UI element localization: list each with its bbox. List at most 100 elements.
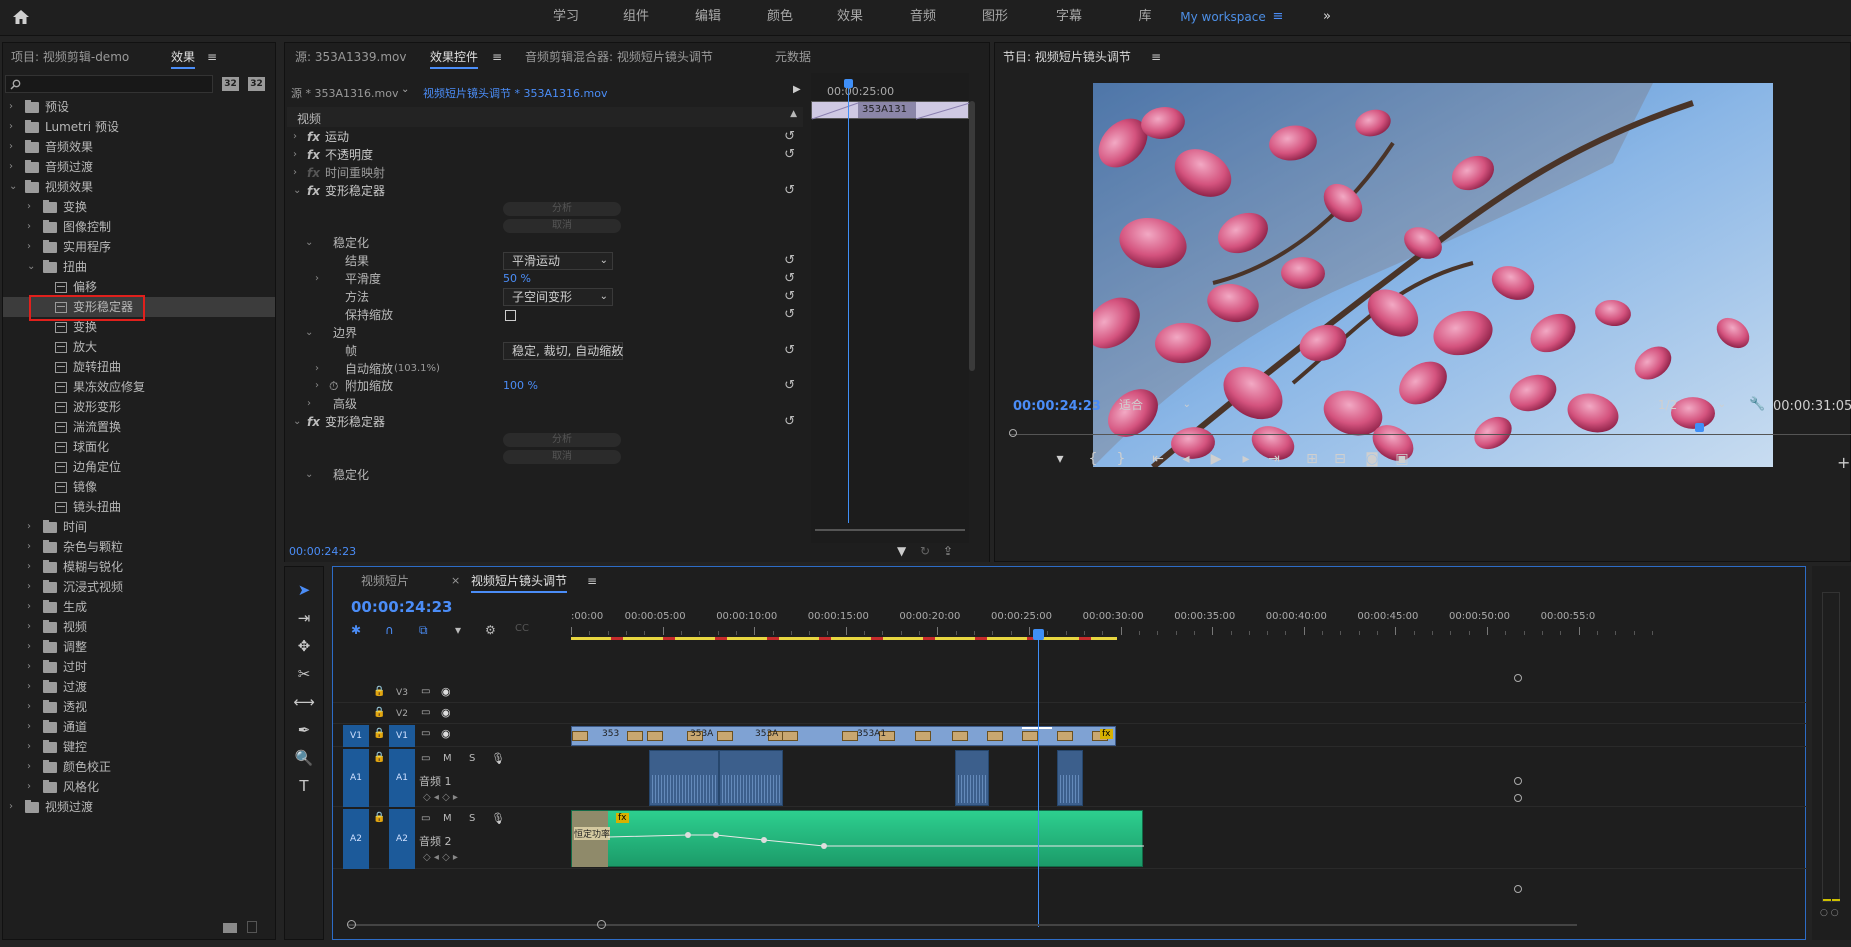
reset-icon[interactable]: ↺ <box>784 127 795 147</box>
transition-marker[interactable] <box>952 731 968 741</box>
tree-item-15[interactable]: 波形变形 <box>3 397 275 417</box>
slip-tool-icon[interactable]: ⟷ <box>289 693 319 711</box>
tab-audio-mixer[interactable]: 音频剪辑混合器: 视频短片镜头调节 <box>525 43 713 71</box>
transition-marker[interactable] <box>1057 731 1073 741</box>
chevron-right-icon[interactable]: › <box>27 597 37 617</box>
tree-item-12[interactable]: 放大 <box>3 337 275 357</box>
tree-item-1[interactable]: › Lumetri 预设 <box>3 117 275 137</box>
new-bin-icon[interactable] <box>223 923 237 933</box>
transition-marker[interactable] <box>717 731 733 741</box>
track-lane-v2[interactable] <box>571 704 1807 724</box>
chevron-right-icon[interactable]: › <box>293 127 297 147</box>
source-patch-a2[interactable]: A2 <box>343 809 369 869</box>
ec-row-10[interactable]: 保持缩放 ↺ <box>287 305 803 325</box>
selection-tool-icon[interactable]: ➤ <box>289 581 319 599</box>
tree-item-22[interactable]: › 杂色与颗粒 <box>3 537 275 557</box>
chevron-down-icon[interactable]: ⌄ <box>293 412 301 432</box>
transition-marker[interactable] <box>782 731 798 741</box>
program-timecode[interactable]: 00:00:24:23 <box>1013 399 1101 414</box>
property-value[interactable]: 50 % <box>503 269 531 289</box>
go-to-out-icon[interactable]: ⇥ <box>1263 451 1285 467</box>
add-button-icon[interactable]: + <box>1837 453 1850 472</box>
wrench-icon[interactable]: 🔧 <box>1749 397 1765 412</box>
chevron-right-icon[interactable]: › <box>27 537 37 557</box>
reset-icon[interactable]: ↺ <box>784 181 795 201</box>
workspace-tab-7[interactable]: 字幕 <box>1041 0 1097 36</box>
tree-item-33[interactable]: › 颜色校正 <box>3 757 275 777</box>
workspace-tab-6[interactable]: 图形 <box>967 0 1023 36</box>
ec-analyze-button[interactable]: 分析 <box>503 433 621 447</box>
ec-row-11[interactable]: ⌄ 边界 <box>287 323 803 343</box>
track-target-a1[interactable]: A1 <box>389 749 415 807</box>
marker-icon[interactable]: ▾ <box>1049 451 1071 467</box>
tree-item-8[interactable]: ⌄ 扭曲 <box>3 257 275 277</box>
chevron-right-icon[interactable]: › <box>9 797 19 817</box>
fx-toggle-icon[interactable]: fx <box>307 145 320 165</box>
ec-vertical-scrollbar[interactable] <box>969 101 975 371</box>
lock-icon[interactable]: 🔒 <box>373 707 385 718</box>
ec-row-8[interactable]: › 平滑度 50 % ↺ <box>287 269 803 289</box>
reset-icon[interactable]: ↺ <box>784 287 795 307</box>
property-dropdown[interactable]: 稳定, 裁切, 自动缩放 ⌄ <box>503 342 623 360</box>
v-scroll-bottom[interactable] <box>1514 885 1522 893</box>
lock-icon[interactable]: 🔒 <box>373 812 385 823</box>
chevron-down-icon[interactable]: ⌄ <box>27 257 37 277</box>
chevron-right-icon[interactable]: › <box>27 637 37 657</box>
stopwatch-icon[interactable]: ⏱ <box>329 376 338 396</box>
loop-icon[interactable]: ↻ <box>920 544 930 558</box>
ec-mini-clip[interactable]: 353A131 <box>811 101 970 120</box>
chevron-right-icon[interactable]: › <box>27 237 37 257</box>
ec-row-6[interactable]: ⌄ 稳定化 <box>287 233 803 253</box>
chevron-right-icon[interactable]: › <box>293 145 297 165</box>
delete-icon[interactable] <box>247 921 257 933</box>
track-target-v3[interactable]: V3 <box>389 683 415 703</box>
chevron-right-icon[interactable]: › <box>9 97 19 117</box>
a1-clip[interactable] <box>955 750 989 806</box>
tree-item-5[interactable]: › 变换 <box>3 197 275 217</box>
reset-icon[interactable]: ↺ <box>784 412 795 432</box>
chevron-right-icon[interactable]: › <box>9 137 19 157</box>
source-clip-label[interactable]: 源 * 353A1316.mov <box>291 85 398 101</box>
ec-row-1[interactable]: › fx 不透明度 ↺ <box>287 145 803 165</box>
tree-item-4[interactable]: ⌄ 视频效果 <box>3 177 275 197</box>
solo-button[interactable]: S <box>469 813 475 824</box>
play-icon[interactable]: ▶ <box>1205 451 1227 467</box>
sync-lock-icon[interactable]: ▭ <box>421 813 430 824</box>
v1-clip-strip[interactable]: 353 353A 353A 353A1 fx <box>571 726 1116 746</box>
eye-icon[interactable]: ◉ <box>441 685 451 698</box>
ec-row-12[interactable]: 帧 稳定, 裁切, 自动缩放 ⌄ ↺ <box>287 341 803 361</box>
tree-item-13[interactable]: 旋转扭曲 <box>3 357 275 377</box>
tree-item-20[interactable]: 镜头扭曲 <box>3 497 275 517</box>
tree-item-3[interactable]: › 音频过渡 <box>3 157 275 177</box>
ec-row-3[interactable]: ⌄ fx 变形稳定器 ↺ <box>287 181 803 201</box>
transition-marker[interactable] <box>987 731 1003 741</box>
chevron-right-icon[interactable]: › <box>9 157 19 177</box>
in-point-icon[interactable]: { <box>1082 451 1104 467</box>
v-scroll-a[interactable] <box>1514 794 1522 802</box>
chevron-right-icon[interactable]: › <box>27 197 37 217</box>
timeline-playhead[interactable] <box>1038 637 1039 927</box>
tab-effects[interactable]: 效果 <box>171 43 196 71</box>
tree-item-2[interactable]: › 音频效果 <box>3 137 275 157</box>
tab-effect-controls-menu[interactable]: ≡ <box>492 43 502 71</box>
fit-dropdown[interactable]: 适合 ⌄ <box>1111 397 1193 415</box>
tree-item-31[interactable]: › 通道 <box>3 717 275 737</box>
sync-lock-icon[interactable]: ▭ <box>421 707 430 718</box>
ec-cancel-button[interactable]: 取消 <box>503 450 621 464</box>
tab-source[interactable]: 源: 353A1339.mov <box>295 43 406 71</box>
ec-playhead-handle[interactable] <box>844 79 853 88</box>
export-icon[interactable]: ⇪ <box>943 544 953 558</box>
chevron-right-icon[interactable]: › <box>315 269 319 289</box>
chevron-right-icon[interactable]: › <box>27 697 37 717</box>
keyframe-nav[interactable]: ◇ ◂ ◇ ▸ <box>423 792 458 803</box>
chevron-down-icon[interactable]: ⌄ <box>9 177 19 197</box>
track-target-a2[interactable]: A2 <box>389 809 415 869</box>
tree-item-6[interactable]: › 图像控制 <box>3 217 275 237</box>
lock-icon[interactable]: 🔒 <box>373 752 385 763</box>
v-scroll-mid[interactable] <box>1514 777 1522 785</box>
chevron-right-icon[interactable]: › <box>27 777 37 797</box>
track-target-v2[interactable]: V2 <box>389 704 415 724</box>
timeline-h-scrollbar[interactable] <box>347 920 1577 930</box>
eye-icon[interactable]: ◉ <box>441 706 451 719</box>
ec-cancel-button[interactable]: 取消 <box>503 219 621 233</box>
